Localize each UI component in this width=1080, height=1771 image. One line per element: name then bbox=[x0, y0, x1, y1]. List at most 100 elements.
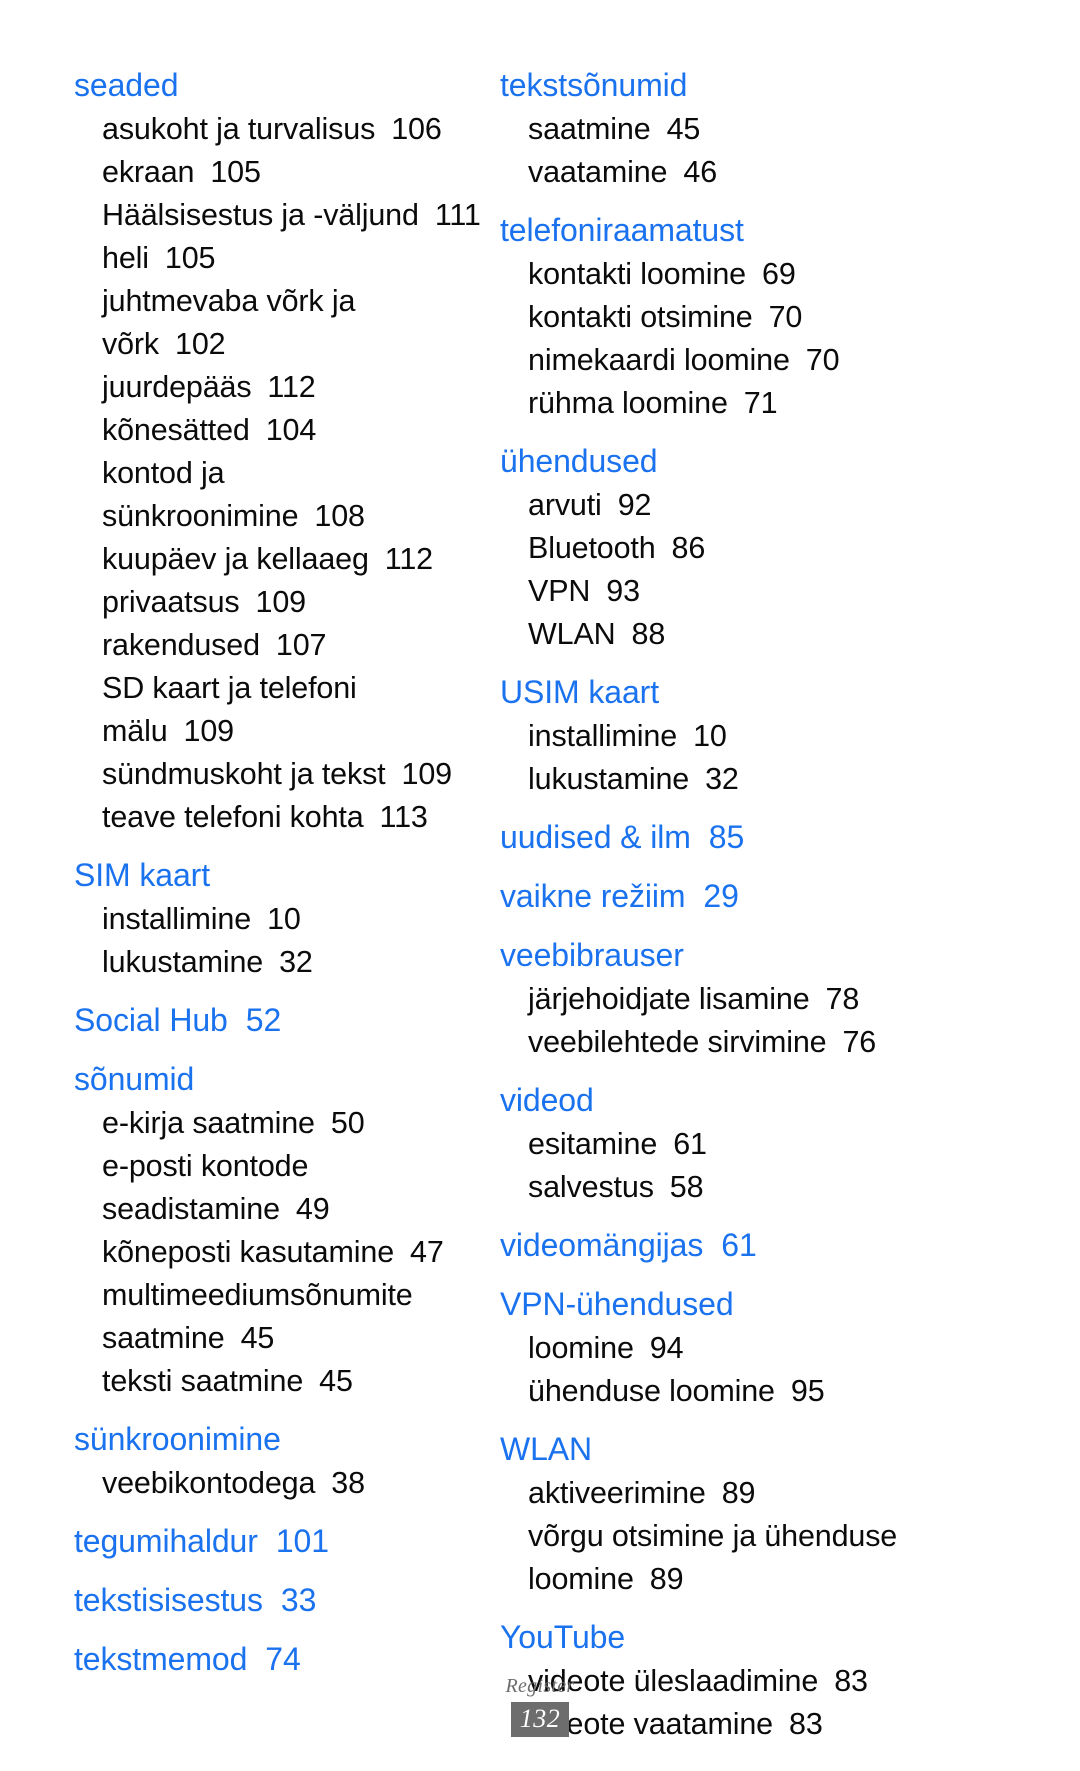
index-entry[interactable]: e-kirja saatmine 50 bbox=[74, 1102, 534, 1145]
index-group-heading-page: 85 bbox=[708, 819, 745, 855]
index-group-heading[interactable]: tekstisisestus 33 bbox=[74, 1577, 534, 1623]
index-entry-label: privaatsus bbox=[102, 585, 240, 619]
index-entry[interactable]: rühma loomine 71 bbox=[500, 382, 960, 425]
index-group-heading[interactable]: tekstsõnumid bbox=[500, 62, 960, 108]
index-group-heading-label: seaded bbox=[74, 67, 179, 103]
index-entry-label: e-kirja saatmine bbox=[102, 1106, 315, 1140]
index-entry[interactable]: sünkroonimine 108 bbox=[74, 495, 534, 538]
index-entry-label: vaatamine bbox=[528, 155, 668, 189]
index-entry[interactable]: seadistamine 49 bbox=[74, 1188, 534, 1231]
index-entry[interactable]: kuupäev ja kellaaeg 112 bbox=[74, 538, 534, 581]
index-entry[interactable]: VPN 93 bbox=[500, 570, 960, 613]
index-entry[interactable]: vaatamine 46 bbox=[500, 151, 960, 194]
index-entry[interactable]: kõneposti kasutamine 47 bbox=[74, 1231, 534, 1274]
index-entry[interactable]: Häälsisestus ja -väljund 111 bbox=[74, 194, 534, 237]
index-group: tekstsõnumid saatmine 45 vaatamine 46 bbox=[500, 62, 960, 194]
index-entry[interactable]: e-posti kontode bbox=[74, 1145, 534, 1188]
index-group-heading-label: Social Hub bbox=[74, 1002, 228, 1038]
index-group-heading[interactable]: vaikne režiim 29 bbox=[500, 873, 960, 919]
index-entry-page: 113 bbox=[379, 800, 428, 834]
index-entry-label: kõneposti kasutamine bbox=[102, 1235, 395, 1269]
index-entry[interactable]: loomine 94 bbox=[500, 1327, 960, 1370]
index-group-heading[interactable]: WLAN bbox=[500, 1426, 960, 1472]
index-entry-page: 61 bbox=[673, 1127, 707, 1161]
index-entry-label: kontakti loomine bbox=[528, 257, 746, 291]
index-entry[interactable]: ekraan 105 bbox=[74, 151, 534, 194]
index-entry[interactable]: loomine 89 bbox=[500, 1558, 960, 1601]
index-entry[interactable]: esitamine 61 bbox=[500, 1123, 960, 1166]
index-entry-label: järjehoidjate lisamine bbox=[528, 982, 810, 1016]
index-entry[interactable]: ühenduse loomine 95 bbox=[500, 1370, 960, 1413]
index-group-heading[interactable]: videod bbox=[500, 1077, 960, 1123]
index-entry[interactable]: teksti saatmine 45 bbox=[74, 1360, 534, 1403]
index-entry-label: ekraan bbox=[102, 155, 195, 189]
index-entry[interactable]: sündmuskoht ja tekst 109 bbox=[74, 753, 534, 796]
index-group-heading-label: sõnumid bbox=[74, 1061, 195, 1097]
index-entry-label: lukustamine bbox=[102, 945, 264, 979]
index-entry[interactable]: SD kaart ja telefoni bbox=[74, 667, 534, 710]
index-group-heading-label: SIM kaart bbox=[74, 857, 211, 893]
index-entry-label: e-posti kontode bbox=[102, 1149, 309, 1183]
index-group-heading[interactable]: SIM kaart bbox=[74, 852, 534, 898]
index-entry[interactable]: nimekaardi loomine 70 bbox=[500, 339, 960, 382]
index-group-heading[interactable]: VPN-ühendused bbox=[500, 1281, 960, 1327]
index-entry[interactable]: rakendused 107 bbox=[74, 624, 534, 667]
index-group-heading[interactable]: veebibrauser bbox=[500, 932, 960, 978]
index-group-heading[interactable]: videomängijas 61 bbox=[500, 1222, 960, 1268]
index-group-heading[interactable]: ühendused bbox=[500, 438, 960, 484]
index-entry-page: 50 bbox=[330, 1106, 365, 1140]
index-group-heading[interactable]: YouTube bbox=[500, 1614, 960, 1660]
index-entry[interactable]: lukustamine 32 bbox=[500, 758, 960, 801]
index-entry[interactable]: privaatsus 109 bbox=[74, 581, 534, 624]
index-entry[interactable]: veebikontodega 38 bbox=[74, 1462, 534, 1505]
index-entry[interactable]: võrgu otsimine ja ühenduse bbox=[500, 1515, 960, 1558]
index-entry-page: 45 bbox=[240, 1321, 275, 1355]
index-entry[interactable]: veebilehtede sirvimine 76 bbox=[500, 1021, 960, 1064]
index-group-heading[interactable]: sõnumid bbox=[74, 1056, 534, 1102]
index-entry[interactable]: mälu 109 bbox=[74, 710, 534, 753]
index-group: USIM kaart installimine 10 lukustamine 32 bbox=[500, 669, 960, 801]
index-entry[interactable]: installimine 10 bbox=[500, 715, 960, 758]
index-entry-label: sündmuskoht ja tekst bbox=[102, 757, 386, 791]
index-entry[interactable]: Bluetooth 86 bbox=[500, 527, 960, 570]
index-entry-label: mälu bbox=[102, 714, 168, 748]
index-entry[interactable]: võrk 102 bbox=[74, 323, 534, 366]
index-entry[interactable]: teave telefoni kohta 113 bbox=[74, 796, 534, 839]
index-entry[interactable]: arvuti 92 bbox=[500, 484, 960, 527]
index-entry[interactable]: järjehoidjate lisamine 78 bbox=[500, 978, 960, 1021]
index-group-heading[interactable]: USIM kaart bbox=[500, 669, 960, 715]
index-group-heading[interactable]: Social Hub 52 bbox=[74, 997, 534, 1043]
index-entry[interactable]: aktiveerimine 89 bbox=[500, 1472, 960, 1515]
footer-page-number: 132 bbox=[510, 1702, 570, 1737]
index-entry[interactable]: saatmine 45 bbox=[500, 108, 960, 151]
index-entry[interactable]: kontod ja bbox=[74, 452, 534, 495]
index-entry[interactable]: multimeediumsõnumite bbox=[74, 1274, 534, 1317]
index-group-heading[interactable]: tegumihaldur 101 bbox=[74, 1518, 534, 1564]
index-group-heading-label: tekstmemod bbox=[74, 1641, 248, 1677]
index-entry[interactable]: kontakti otsimine 70 bbox=[500, 296, 960, 339]
index-group-heading[interactable]: uudised & ilm 85 bbox=[500, 814, 960, 860]
index-entry[interactable]: saatmine 45 bbox=[74, 1317, 534, 1360]
index-group-heading-label: YouTube bbox=[500, 1619, 626, 1655]
index-group-heading[interactable]: sünkroonimine bbox=[74, 1416, 534, 1462]
index-entry[interactable]: juhtmevaba võrk ja bbox=[74, 280, 534, 323]
index-entry[interactable]: asukoht ja turvalisus 106 bbox=[74, 108, 534, 151]
index-entry[interactable]: installimine 10 bbox=[74, 898, 534, 941]
index-entry[interactable]: lukustamine 32 bbox=[74, 941, 534, 984]
index-entry-page: 112 bbox=[384, 542, 433, 576]
index-group-heading[interactable]: seaded bbox=[74, 62, 534, 108]
index-entry-label: SD kaart ja telefoni bbox=[102, 671, 357, 705]
index-entry[interactable]: kontakti loomine 69 bbox=[500, 253, 960, 296]
index-entry-label: nimekaardi loomine bbox=[528, 343, 790, 377]
index-entry-page: 58 bbox=[669, 1170, 704, 1204]
index-entry[interactable]: heli 105 bbox=[74, 237, 534, 280]
index-entry[interactable]: salvestus 58 bbox=[500, 1166, 960, 1209]
index-group-heading-label: ühendused bbox=[500, 443, 658, 479]
index-group: uudised & ilm 85 bbox=[500, 814, 960, 860]
index-entry-page: 95 bbox=[790, 1374, 825, 1408]
index-group-heading[interactable]: telefoniraamatust bbox=[500, 207, 960, 253]
index-entry[interactable]: WLAN 88 bbox=[500, 613, 960, 656]
index-entry[interactable]: juurdepääs 112 bbox=[74, 366, 534, 409]
index-entry[interactable]: kõnesätted 104 bbox=[74, 409, 534, 452]
index-entry-label: aktiveerimine bbox=[528, 1476, 706, 1510]
